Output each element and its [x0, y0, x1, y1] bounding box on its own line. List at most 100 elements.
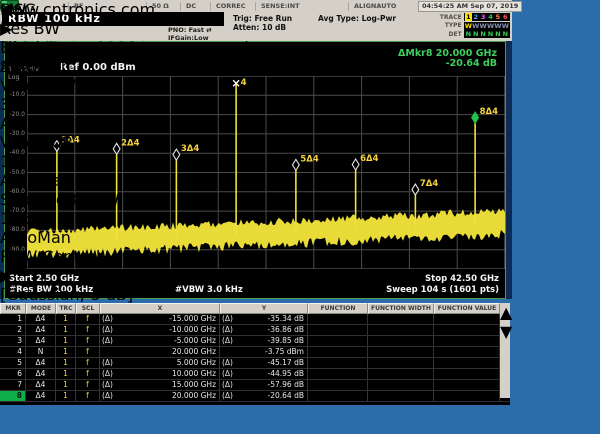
- cell-mkr-number: 3: [0, 336, 26, 346]
- softkey-auto-option[interactable]: Auto: [0, 114, 37, 133]
- marker-table-row[interactable]: 7 Δ4 1 f (Δ) 15.000 GHz (Δ) -57.96 dB: [0, 380, 510, 391]
- cell-function-value: [434, 391, 500, 401]
- cell-mkr-number: 7: [0, 380, 26, 390]
- cell-x-value: (Δ) 10.000 GHz: [100, 369, 220, 379]
- sweep-label: Sweep 104 s (1601 pts): [386, 285, 499, 295]
- cell-function: [308, 347, 368, 357]
- marker-diamond-icon: [352, 159, 359, 170]
- softkey-span-3db-rbw[interactable]: Span:3dB RBW 106 AutoMan: [0, 190, 133, 247]
- trace-status-row: TRACE 1 2 3 4 5 6: [428, 13, 510, 22]
- softkey-auto-option[interactable]: Auto: [0, 57, 37, 76]
- trace-cell: 4: [487, 13, 494, 21]
- softkey-man-option[interactable]: Man: [37, 114, 71, 133]
- marker-diamond-icon: [292, 159, 299, 170]
- cell-mkr-number: 8: [0, 391, 26, 401]
- trace-cell: N: [472, 30, 479, 38]
- cell-function: [308, 336, 368, 346]
- trace-cell: 6: [502, 13, 509, 21]
- cell-scale: f: [76, 380, 100, 390]
- trace-cell: 2: [472, 13, 479, 21]
- marker-label: 8Δ4: [480, 107, 498, 117]
- softkey-auto-option[interactable]: Auto: [0, 171, 37, 190]
- marker-table-vscrollbar[interactable]: ▲ ▼: [500, 303, 510, 398]
- column-header-mode: MODE: [26, 303, 56, 314]
- cell-y-value: (Δ) -20.64 dB: [220, 391, 308, 401]
- marker-table-row[interactable]: 8 Δ4 1 f (Δ) 20.000 GHz (Δ) -20.64 dB: [0, 391, 510, 402]
- cell-function-width: [368, 391, 434, 401]
- softkey-value: 106: [0, 209, 133, 228]
- softkey-vbw-3db-rbw[interactable]: VBW:3dB RBW 1.0 AutoMan: [0, 133, 133, 190]
- softkey-subtitle: [Gaussian,-3 dB]: [0, 285, 133, 304]
- cell-y-value: (Δ) -36.86 dB: [220, 325, 308, 335]
- cell-mode: Δ4: [26, 336, 56, 346]
- column-header-function-width: FUNCTION WIDTH: [368, 303, 434, 314]
- softkey-title: Video BW: [0, 76, 133, 95]
- marker-table-row[interactable]: 3 Δ4 1 f (Δ) -5.000 GHz (Δ) -39.85 dB: [0, 336, 510, 347]
- softkey-rbw-control[interactable]: RBW Control ▶ [Gaussian,-3 dB]: [0, 247, 133, 304]
- marker-table-row-partial: [0, 402, 510, 405]
- trace-cell: W: [465, 22, 472, 30]
- softkey-sidebar: BW Res BW 100 kHz AutoMan Video BW 3.0 kHz Au…: [0, 0, 133, 304]
- softkey-auto-option[interactable]: Auto: [0, 228, 37, 247]
- annunciator-alignauto: ALIGNAUTO: [348, 2, 396, 11]
- avg-type-readout: Avg Type: Log-Pwr: [318, 14, 396, 23]
- trace-cell: W: [472, 22, 479, 30]
- softkey-video-bw[interactable]: Video BW 3.0 kHz AutoMan: [0, 76, 133, 133]
- trace-cell: W: [502, 22, 509, 30]
- trace-row-label: TYPE: [428, 22, 464, 29]
- cell-trace: 1: [56, 380, 76, 390]
- marker-table-row[interactable]: 5 Δ4 1 f (Δ) 5.000 GHz (Δ) -45.17 dB: [0, 358, 510, 369]
- scroll-up-icon: ▲: [500, 303, 512, 322]
- cell-trace: 1: [56, 336, 76, 346]
- cell-function: [308, 380, 368, 390]
- watermark: www.cntronics.com: [0, 0, 155, 19]
- column-header-function-value: FUNCTION VALUE: [434, 303, 500, 314]
- softkey-res-bw[interactable]: Res BW 100 kHz AutoMan: [0, 19, 133, 76]
- marker-table-row[interactable]: 6 Δ4 1 f (Δ) 10.000 GHz (Δ) -44.95 dB: [0, 369, 510, 380]
- cell-function: [308, 325, 368, 335]
- softkey-man-option[interactable]: Man: [37, 171, 71, 190]
- cell-mkr-number: 4: [0, 347, 26, 357]
- column-header-x: X: [100, 303, 220, 314]
- scroll-up-button[interactable]: ▲: [500, 303, 510, 322]
- cell-mkr-number: 1: [0, 314, 26, 324]
- trace-cell: W: [487, 22, 494, 30]
- scroll-down-icon: ▼: [500, 322, 512, 341]
- vbw-label: #VBW 3.0 kHz: [175, 285, 243, 295]
- trace-cell: N: [487, 30, 494, 38]
- softkey-title: VBW:3dB RBW: [0, 133, 133, 152]
- cell-x-value: (Δ) 5.000 GHz: [100, 358, 220, 368]
- trace-cell: N: [465, 30, 472, 38]
- cell-scale: f: [76, 347, 100, 357]
- cell-x-value: 20.000 GHz: [100, 347, 220, 357]
- softkey-man-option[interactable]: Man: [37, 228, 71, 247]
- softkey-auto-man-row: AutoMan: [0, 114, 133, 133]
- spectrum-analyzer-screen: RF 50 Ω DC CORREC SENSE:INT ALIGNAUTO 04:54:25…: [0, 0, 600, 434]
- trace-row-label: TRACE: [428, 14, 464, 21]
- cell-trace: 1: [56, 369, 76, 379]
- cell-mkr-number: 6: [0, 369, 26, 379]
- cell-x-value: (Δ) 15.000 GHz: [100, 380, 220, 390]
- marker-table-row[interactable]: 4 N 1 f 20.000 GHz -3.75 dBm: [0, 347, 510, 358]
- trace-cell: 1: [465, 13, 472, 21]
- cell-scale: f: [76, 336, 100, 346]
- column-header-mkr: MKR: [0, 303, 26, 314]
- cell-trace: 1: [56, 347, 76, 357]
- trace-row-cells: NNNNNN: [464, 30, 510, 38]
- cell-mkr-number: 2: [0, 325, 26, 335]
- cell-y-value: (Δ) -39.85 dB: [220, 336, 308, 346]
- submenu-arrow-icon: ▶: [0, 266, 133, 285]
- softkey-value: 100 kHz: [0, 38, 133, 57]
- trace-row-cells: 123456: [464, 13, 510, 21]
- cell-function-width: [368, 314, 434, 324]
- trace-cell: 5: [494, 13, 501, 21]
- marker-table-row[interactable]: 1 Δ4 1 f (Δ) -15.000 GHz (Δ) -35.34 dB: [0, 314, 510, 325]
- cell-trace: 1: [56, 314, 76, 324]
- softkey-man-option[interactable]: Man: [37, 57, 71, 76]
- trace-cell: W: [479, 22, 486, 30]
- cell-function-value: [434, 314, 500, 324]
- cell-function: [308, 358, 368, 368]
- marker-table-row[interactable]: 2 Δ4 1 f (Δ) -10.000 GHz (Δ) -36.86 dB: [0, 325, 510, 336]
- marker-diamond-active-icon: [472, 112, 479, 123]
- scroll-down-button[interactable]: ▼: [500, 322, 510, 341]
